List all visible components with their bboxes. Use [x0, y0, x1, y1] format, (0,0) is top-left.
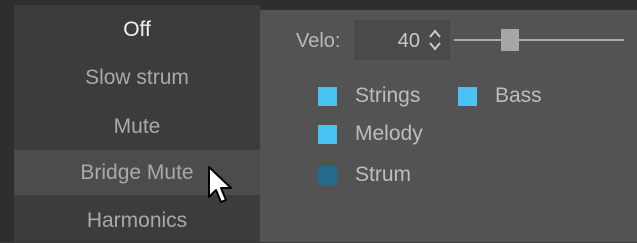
menu-item-mute[interactable]: Mute [14, 104, 260, 149]
checkbox-box [318, 124, 337, 144]
checkbox-strings[interactable]: Strings [318, 84, 420, 108]
velocity-slider[interactable] [454, 29, 626, 51]
menu-item-label: Mute [113, 114, 161, 138]
velocity-input[interactable]: 40 [354, 20, 450, 60]
checkbox-label: Bass [495, 84, 542, 107]
menu-item-label: Harmonics [86, 208, 188, 232]
checkbox-box [318, 165, 337, 185]
velocity-label: Velo: [296, 30, 341, 52]
options-panel: Velo: 40 Strings Bass Melody Strum [260, 10, 637, 242]
checkbox-strum[interactable]: Strum [318, 163, 411, 187]
menu-item-label: Bridge Mute [80, 160, 194, 184]
velocity-value: 40 [397, 30, 420, 52]
menu-item-off[interactable]: Off [14, 7, 260, 52]
checkbox-box [318, 86, 337, 106]
mouse-pointer-icon [208, 166, 232, 203]
checkbox-label: Strings [355, 84, 421, 107]
slider-track [454, 39, 624, 41]
checkbox-label: Strum [355, 163, 412, 186]
checkbox-bass[interactable]: Bass [458, 84, 542, 108]
menu-item-label: Off [123, 17, 151, 41]
up-down-chevron-icon[interactable] [428, 28, 442, 52]
plugin-panel: Off Slow strum Mute Bridge Mute Harmonic… [0, 0, 637, 242]
checkbox-box [458, 86, 477, 106]
menu-item-slow-strum[interactable]: Slow strum [14, 55, 260, 100]
slider-thumb[interactable] [501, 29, 519, 51]
checkbox-label: Melody [355, 122, 423, 145]
checkbox-melody[interactable]: Melody [318, 122, 423, 146]
menu-item-label: Slow strum [85, 65, 189, 89]
